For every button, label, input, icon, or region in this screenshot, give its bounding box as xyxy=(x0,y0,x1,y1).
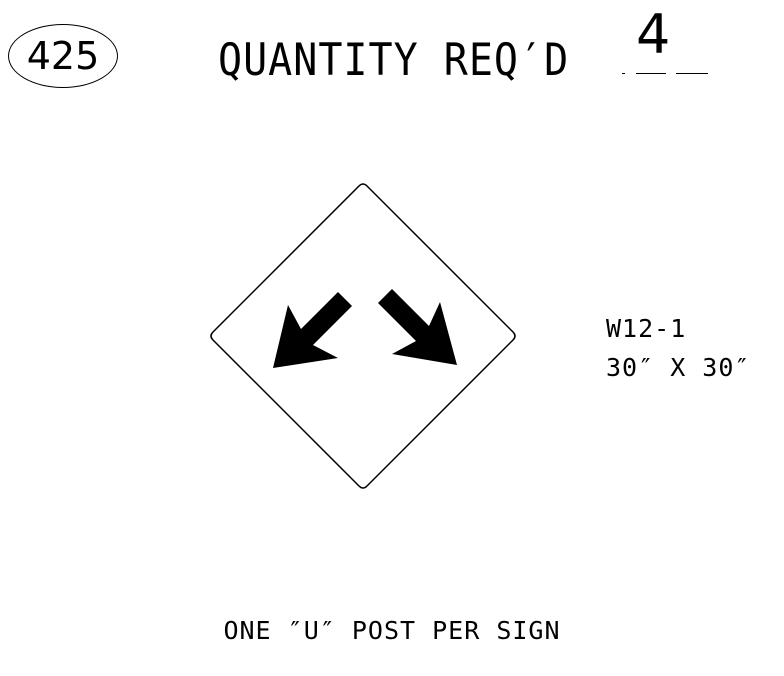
sign-size: 30″ X 30″ xyxy=(606,353,751,382)
sign-code: W12-1 xyxy=(606,314,687,343)
post-note: ONE ″U″ POST PER SIGN xyxy=(223,616,561,645)
diamond-sign-outline xyxy=(210,183,516,489)
sign-detail-sheet: 425 QUANTITY REQ′D 4 W12-1 30″ X 30″ ONE… xyxy=(0,0,784,676)
